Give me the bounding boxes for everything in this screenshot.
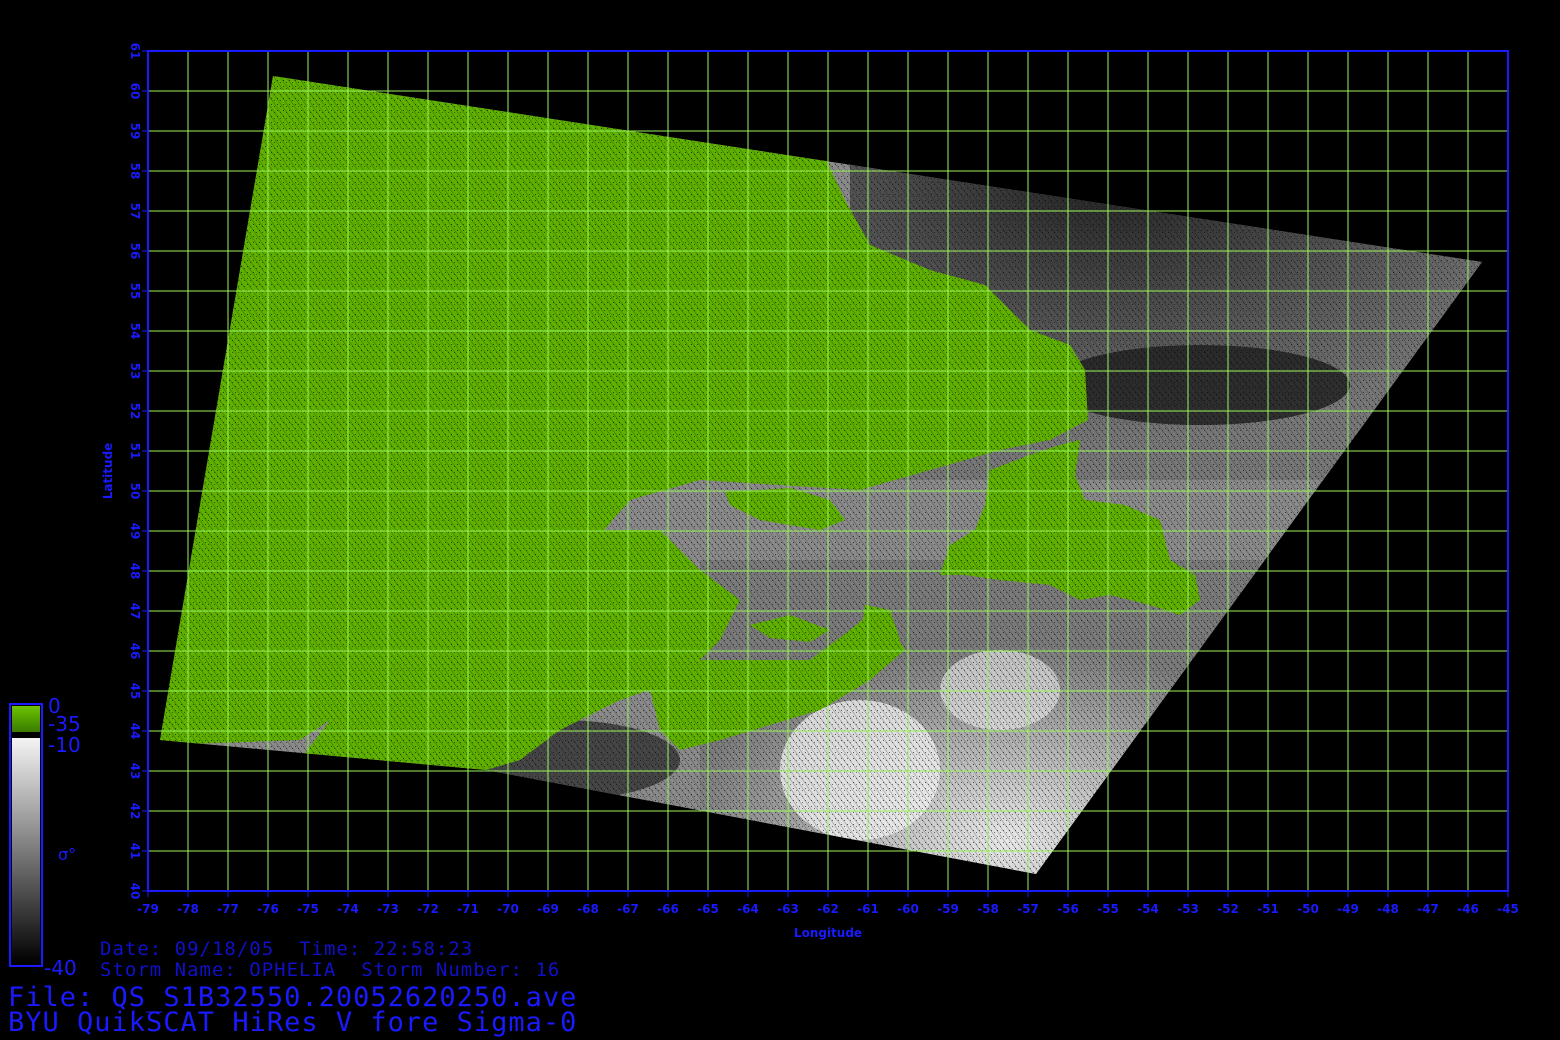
date-time-line: Date: 09/18/05 Time: 22:58:23 xyxy=(100,938,473,960)
lat-tick-label: 50 xyxy=(128,483,142,500)
lon-tick-label: -71 xyxy=(457,902,479,916)
lon-tick-label: -57 xyxy=(1017,902,1039,916)
lon-tick-label: -79 xyxy=(137,902,159,916)
lon-tick-label: -61 xyxy=(857,902,879,916)
lon-tick-label: -67 xyxy=(617,902,639,916)
lon-tick-label: -60 xyxy=(897,902,919,916)
lat-tick-label: 43 xyxy=(128,763,142,780)
colorbar: 0 -35 -10 -40 σ° xyxy=(9,694,81,980)
lon-tick-label: -54 xyxy=(1137,902,1159,916)
product-title: BYU QuikSCAT HiRes V fore Sigma-0 xyxy=(8,1007,578,1038)
lon-tick-label: -51 xyxy=(1257,902,1279,916)
lon-tick-label: -74 xyxy=(337,902,359,916)
colorbar-land-scale xyxy=(12,706,40,732)
lat-tick-label: 40 xyxy=(128,883,142,900)
longitude-axis-title: Longitude xyxy=(794,926,862,940)
lon-tick-label: -72 xyxy=(417,902,439,916)
lon-tick-label: -69 xyxy=(537,902,559,916)
lat-tick-label: 58 xyxy=(128,163,142,180)
latitude-tick-labels: 40 41 42 43 44 45 46 47 48 49 50 51 52 53 54 55 56 57 58 59… xyxy=(128,43,148,900)
lon-tick-label: -77 xyxy=(217,902,239,916)
lat-tick-label: 49 xyxy=(128,523,142,540)
lon-tick-label: -47 xyxy=(1417,902,1439,916)
lon-tick-label: -55 xyxy=(1097,902,1119,916)
lon-tick-label: -56 xyxy=(1057,902,1079,916)
longitude-tick-labels: -79 -78 -77 -76 -75 -74 -73 -72 -71 -70 -69 -68 -67 -… xyxy=(137,891,1519,916)
swath-image xyxy=(160,76,1482,874)
lon-tick-label: -65 xyxy=(697,902,719,916)
lat-tick-label: 57 xyxy=(128,203,142,220)
lon-tick-label: -46 xyxy=(1457,902,1479,916)
lat-tick-label: 52 xyxy=(128,403,142,420)
latitude-axis-title: Latitude xyxy=(101,443,115,500)
lon-tick-label: -50 xyxy=(1297,902,1319,916)
lon-tick-label: -70 xyxy=(497,902,519,916)
date-label: Date: xyxy=(100,938,163,960)
colorbar-ocean-top-label: -10 xyxy=(48,733,81,757)
lat-tick-label: 59 xyxy=(128,123,142,140)
lon-tick-label: -73 xyxy=(377,902,399,916)
colorbar-sigma-symbol: σ° xyxy=(58,845,76,864)
lat-tick-label: 54 xyxy=(128,323,142,340)
lon-tick-label: -58 xyxy=(977,902,999,916)
lat-tick-label: 51 xyxy=(128,443,142,460)
lon-tick-label: -76 xyxy=(257,902,279,916)
lon-tick-label: -53 xyxy=(1177,902,1199,916)
lat-tick-label: 42 xyxy=(128,803,142,820)
storm-name-value: OPHELIA xyxy=(249,959,337,981)
colorbar-ocean-bottom-label: -40 xyxy=(44,956,77,980)
lon-tick-label: -78 xyxy=(177,902,199,916)
lon-tick-label: -64 xyxy=(737,902,759,916)
lon-tick-label: -45 xyxy=(1497,902,1519,916)
storm-number-value: 16 xyxy=(535,959,561,981)
lat-tick-label: 47 xyxy=(128,603,142,620)
lon-tick-label: -48 xyxy=(1377,902,1399,916)
storm-line: Storm Name: OPHELIA Storm Number: 16 xyxy=(100,959,560,981)
date-value: 09/18/05 xyxy=(174,938,275,960)
time-value: 22:58:23 xyxy=(373,938,474,960)
lat-tick-label: 61 xyxy=(128,43,142,60)
lon-tick-label: -52 xyxy=(1217,902,1239,916)
colorbar-ocean-scale xyxy=(12,738,40,964)
lon-tick-label: -63 xyxy=(777,902,799,916)
lat-tick-label: 53 xyxy=(128,363,142,380)
storm-map: -79 -78 -77 -76 -75 -74 -73 -72 -71 -70 -69 -68 -67 -… xyxy=(9,43,1519,980)
lon-tick-label: -66 xyxy=(657,902,679,916)
lat-tick-label: 46 xyxy=(128,643,142,660)
lon-tick-label: -75 xyxy=(297,902,319,916)
storm-name-label: Storm Name: xyxy=(100,959,237,981)
lon-tick-label: -49 xyxy=(1337,902,1359,916)
lat-tick-label: 45 xyxy=(128,683,142,700)
lat-tick-label: 41 xyxy=(128,843,142,860)
lon-tick-label: -68 xyxy=(577,902,599,916)
lat-tick-label: 55 xyxy=(128,283,142,300)
lon-tick-label: -62 xyxy=(817,902,839,916)
lat-tick-label: 60 xyxy=(128,83,142,100)
storm-number-label: Storm Number: xyxy=(361,959,523,981)
time-label: Time: xyxy=(299,938,362,960)
lat-tick-label: 44 xyxy=(128,723,142,740)
lon-tick-label: -59 xyxy=(937,902,959,916)
lat-tick-label: 48 xyxy=(128,563,142,580)
lat-tick-label: 56 xyxy=(128,243,142,260)
